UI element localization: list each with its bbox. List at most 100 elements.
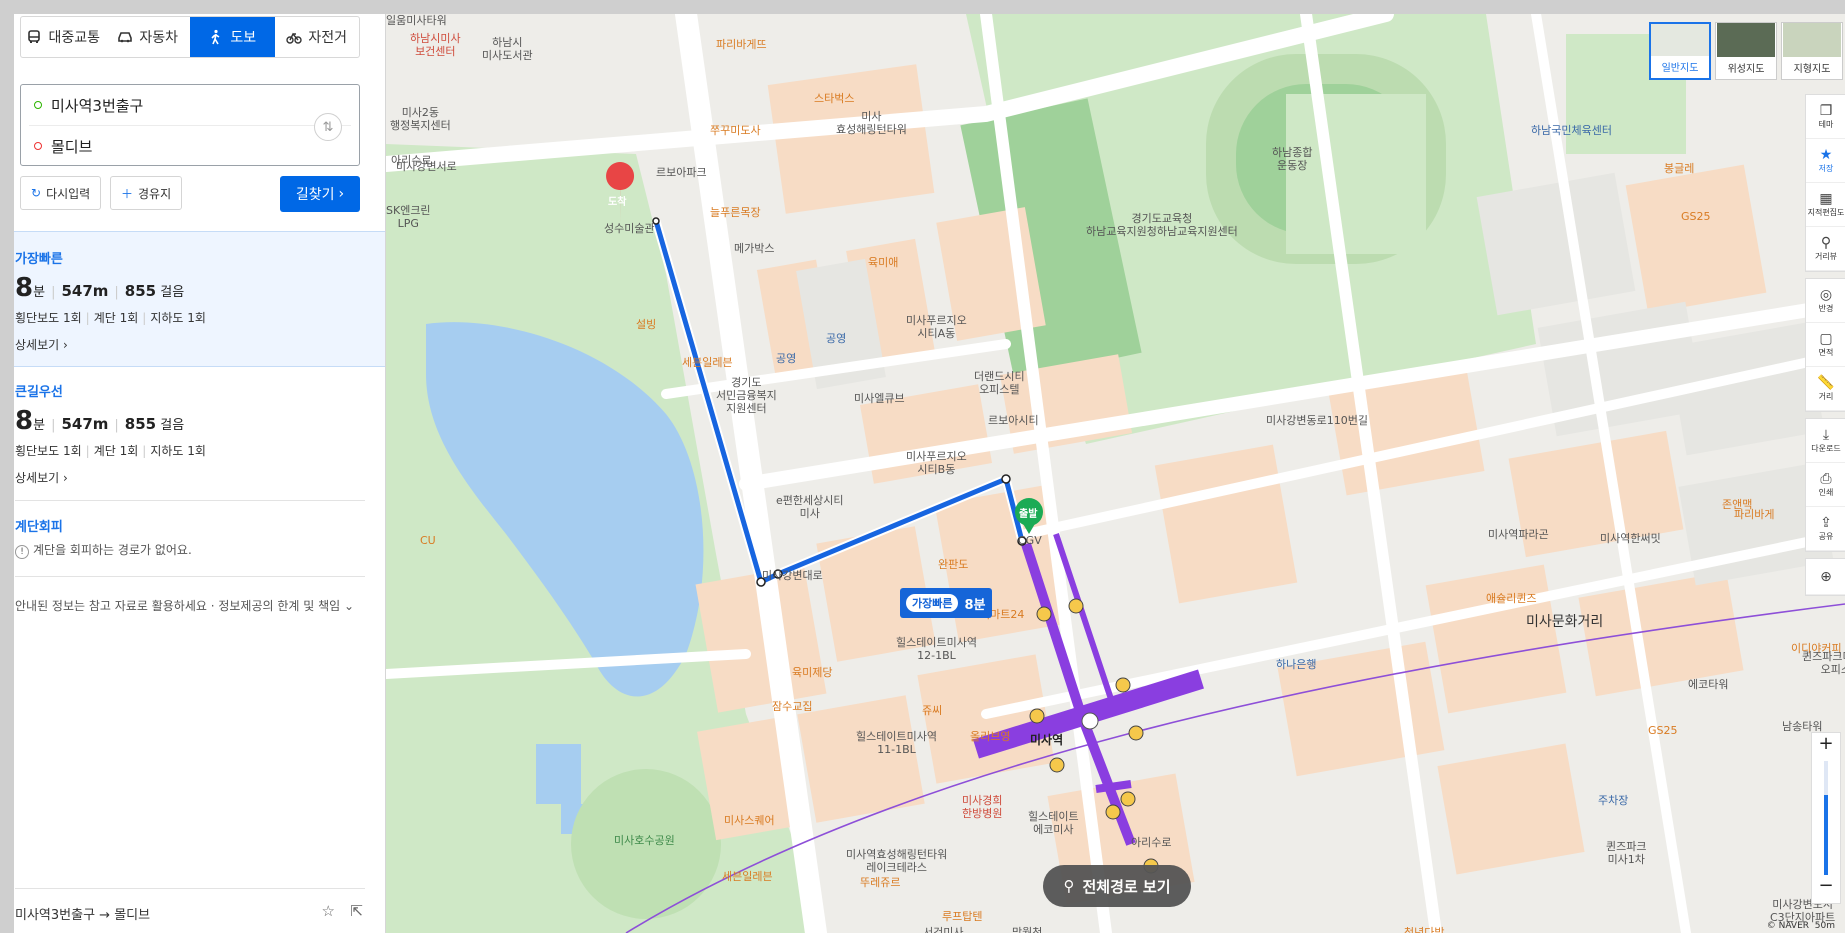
tab-bicycle[interactable]: 자전거 [275,17,360,57]
tab-car[interactable]: 자동차 [106,17,191,57]
map-place-label[interactable]: 스타벅스 [814,92,854,105]
map-place-label[interactable]: 미사역효성해링턴타워 레이크테라스 [846,848,947,874]
map-place-label[interactable]: 미사강변서로 [396,160,457,173]
map-place-label[interactable]: 힐스테이트미사역 11-1BL [856,730,937,756]
map-place-label[interactable]: SK엔크린 LPG [386,204,431,230]
distance-button[interactable]: 📏 거리 [1806,367,1845,411]
map-place-label[interactable]: 설빙 [636,318,656,331]
map-place-label[interactable]: 경기도 서민금융복지 지원센터 [716,376,777,415]
map-place-label[interactable]: 미사 효성해링턴타워 [836,110,907,136]
map-place-label[interactable]: 미사호수공원 [614,834,675,847]
map-place-label[interactable]: 성수미술관 [604,222,655,235]
map-place-label[interactable]: 잠수교집 [772,700,812,713]
map-place-label[interactable]: 더랜드시티 오피스텔 [974,370,1025,396]
map-place-label[interactable]: 미사푸르지오 시티A동 [906,314,967,340]
radius-button[interactable]: ◎ 반경 [1806,279,1845,323]
map-place-label[interactable]: 미사역 [1030,734,1063,747]
area-button[interactable]: ▢ 면적 [1806,323,1845,367]
map-place-label[interactable]: 미사2동 행정복지센터 [390,106,451,132]
swap-button[interactable]: ⇅ [314,113,342,141]
start-input[interactable]: 미사역3번출구 [21,85,311,125]
map-place-label[interactable]: CGV [1018,534,1042,547]
map-place-label[interactable]: 세븐일레븐 [722,870,773,883]
map-place-label[interactable]: 미사강변동로110번길 [1266,414,1368,427]
map-place-label[interactable]: 주차장 [1598,794,1628,807]
tab-transit[interactable]: 대중교통 [21,17,106,57]
map-place-label[interactable]: 메가박스 [734,242,774,255]
route-option-mainroad[interactable]: 큰길우선 8분 | 547m | 855 걸음 횡단보도 1회 | 계단 1회 | 지하… [0,381,385,491]
zoom-slider[interactable] [1824,761,1828,875]
map-place-label[interactable]: 봉글레 [1664,162,1694,175]
my-location-button[interactable]: ⊕ [1806,559,1845,595]
map-place-label[interactable]: 육미애 [868,256,898,269]
map-place-label[interactable]: 파리바게뜨 [716,38,767,51]
route-detail-link[interactable]: 상세보기 › [15,336,385,353]
map-place-label[interactable]: 루프탑텐 [942,910,982,923]
map-place-label[interactable]: 하남국민체육센터 [1531,124,1612,137]
map-place-label[interactable]: 르보아시티 [988,414,1039,427]
map-place-label[interactable]: 세븐일레븐 [682,356,733,369]
print-button[interactable]: ⎙ 인쇄 [1806,463,1845,507]
map-place-label[interactable]: 하남시미사 보건센터 [410,32,461,58]
map-place-label[interactable]: 청년다방 [1404,926,1444,933]
map-place-label[interactable]: 르보아파크 [656,166,707,179]
map-place-label[interactable]: 미사푸르지오 시티B동 [906,450,967,476]
zoom-in-button[interactable]: + [1818,733,1833,761]
map-place-label[interactable]: 늘푸른목장 [710,206,761,219]
map-place-label[interactable]: 하남시 미사도서관 [482,36,533,62]
map-place-label[interactable]: 하나은행 [1276,658,1316,671]
zoom-out-button[interactable]: − [1818,875,1833,903]
map-place-label[interactable]: 미사문화거리 [1526,615,1603,629]
map-place-label[interactable]: 애슐리퀸즈 [1486,592,1537,605]
map-place-label[interactable]: 공영 [776,352,796,365]
map-type-normal[interactable]: 일반지도 [1649,22,1711,80]
map-place-label[interactable]: CU [420,534,436,547]
map-type-satellite[interactable]: 위성지도 [1715,22,1777,80]
route-option-fastest[interactable]: 가장빠른 8분 | 547m | 855 걸음 횡단보도 1회 | 계단 1회 | 지하… [0,231,385,367]
star-icon[interactable]: ☆ [322,902,335,920]
map-canvas[interactable]: 하남시미사 보건센터 하남시 미사도서관 파리바게뜨스타벅스미사 효성해링턴타워쭈꾸… [386,14,1845,933]
map-place-label[interactable]: 미사강변대로 [762,569,823,582]
map-place-label[interactable]: 완판도 [938,558,968,571]
download-button[interactable]: ⤓ 다운로드 [1806,419,1845,463]
map-place-label[interactable]: 미사역한써밋 [1600,532,1661,545]
save-button[interactable]: ★ 저장 [1806,139,1845,183]
map-place-label[interactable]: 경기도교육청 하남교육지원청하남교육지원센터 [1086,212,1238,238]
share-icon[interactable]: ⇱ [350,902,363,920]
map-place-label[interactable]: 힐스테이트미사역 12-1BL [896,636,977,662]
map-place-label[interactable]: GS25 [1648,724,1678,737]
waypoint-button[interactable]: ＋ 경유지 [110,176,183,210]
destination-input[interactable]: 몰디브 [21,126,311,166]
tab-walk[interactable]: 도보 [190,17,275,57]
full-route-button[interactable]: ⚲ 전체경로 보기 [1043,865,1191,907]
map-place-label[interactable]: 서건미사 코스트타워 [918,926,969,933]
map-place-label[interactable]: 쥬씨 [922,704,942,717]
map-place-label[interactable]: 일움미사타워 [386,14,447,27]
map-place-label[interactable]: GS25 [1681,210,1711,223]
route-time-badge[interactable]: 가장빠른 8분 [900,588,992,618]
find-route-button[interactable]: 길찾기 › [280,176,360,212]
map-type-terrain[interactable]: 지형지도 [1781,22,1843,80]
map-place-label[interactable]: 미사엘큐브 [854,392,905,405]
map-place-label[interactable]: 아리수로 [1131,836,1171,849]
map-place-label[interactable]: 에코타워 [1688,678,1728,691]
map-place-label[interactable]: 미사역파라곤 [1488,528,1549,541]
streetview-button[interactable]: ⚲ 거리뷰 [1806,227,1845,271]
map-place-label[interactable]: 미사스퀘어 [724,814,775,827]
map-place-label[interactable]: 파리바게 [1734,508,1774,521]
route-detail-link[interactable]: 상세보기 › [15,469,385,486]
map-place-label[interactable]: 미사경희 한방병원 [962,794,1002,820]
map-place-label[interactable]: 쭈꾸미도사 [710,124,761,137]
theme-button[interactable]: ❐ 테마 [1806,95,1845,139]
map-place-label[interactable]: 뚜레쥬르 [860,876,900,889]
map-place-label[interactable]: 공영 [826,332,846,345]
map-place-label[interactable]: 하남종합 운동장 [1272,146,1312,172]
share-button[interactable]: ⇪ 공유 [1806,507,1845,551]
cadastral-button[interactable]: ▦ 지적편집도 [1806,183,1845,227]
disclaimer-link[interactable]: 안내된 정보는 참고 자료로 활용하세요 · 정보제공의 한계 및 책임 ⌄ [15,597,354,614]
map-place-label[interactable]: e편한세상시티 미사 [776,494,844,520]
map-place-label[interactable]: 퀸즈파크미사2차 오피스텔 [1802,650,1845,676]
map-place-label[interactable]: 육미제당 [792,666,832,679]
map-place-label[interactable]: 힐스테이트 에코미사 [1028,810,1079,836]
map-place-label[interactable]: 퀸즈파크 미사1차 [1606,840,1646,866]
